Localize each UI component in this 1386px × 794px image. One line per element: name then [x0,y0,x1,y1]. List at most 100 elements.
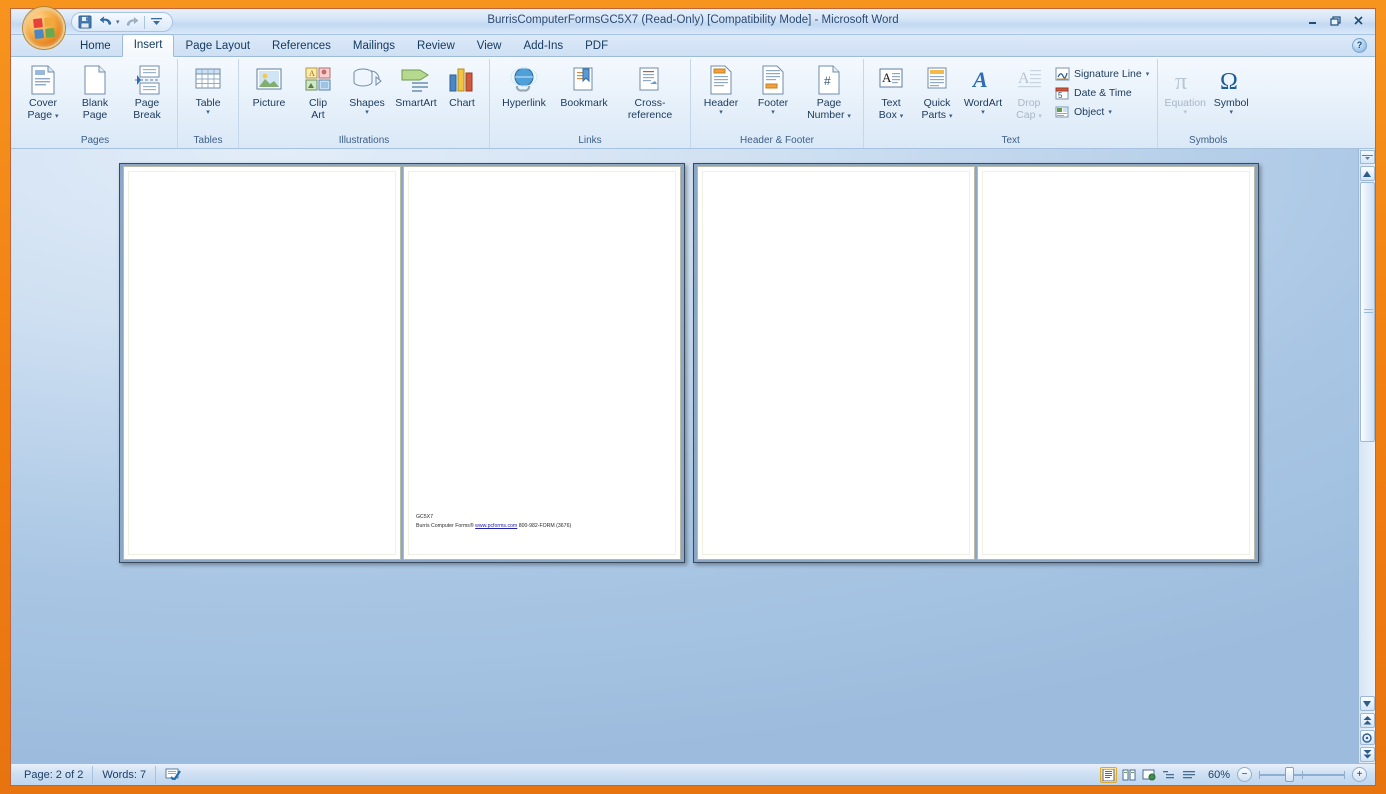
quick-parts-button[interactable]: Quick Parts ▾ [914,62,960,121]
svg-text:A: A [882,70,892,85]
zoom-level-label[interactable]: 60% [1200,769,1234,781]
header-icon [708,64,734,96]
signature-line-button[interactable]: Signature Line ▾ [1052,64,1153,83]
tab-references[interactable]: References [261,36,342,57]
view-outline-button[interactable] [1160,767,1177,783]
footer-icon [760,64,786,96]
restore-button[interactable] [1325,12,1346,29]
symbol-button[interactable]: Ω Symbol ▾ [1208,62,1254,116]
next-page-button[interactable] [1359,747,1375,762]
tab-add-ins[interactable]: Add-Ins [512,36,574,57]
text-box-button[interactable]: A Text Box ▾ [868,62,914,121]
group-label-text: Text [1001,135,1020,146]
chart-button[interactable]: Chart [439,62,485,110]
help-icon[interactable]: ? [1352,38,1367,53]
customize-quick-access-toolbar-button[interactable] [148,14,166,31]
table-label: Table [195,97,221,109]
document-canvas[interactable]: GC5X7 Burris Computer Forms® www.pcforms… [11,149,1375,763]
equation-label: Equation [1164,97,1206,109]
clip-art-button[interactable]: A Clip Art [295,62,341,121]
page-number-button[interactable]: # Page Number ▾ [799,62,859,121]
office-logo-icon [33,17,55,39]
ribbon-group-text: A Text Box ▾ Quick Parts ▾ A WordArt ▾ A… [864,59,1159,148]
tab-insert[interactable]: Insert [121,34,175,57]
ribbon-group-links: Hyperlink Bookmark Cross-reference Links [490,59,691,148]
minimize-button[interactable] [1302,12,1323,29]
zoom-slider[interactable] [1259,767,1345,782]
drop-cap-label-2: Cap ▾ [1016,108,1042,121]
svg-text:π: π [1175,69,1187,95]
header-button[interactable]: Header ▾ [695,62,747,116]
margin-guide [128,171,396,555]
redo-button[interactable] [123,14,141,31]
view-draft-button[interactable] [1180,767,1197,783]
save-button[interactable] [76,14,94,31]
status-page-indicator[interactable]: Page: 2 of 2 [15,765,94,784]
scroll-up-button[interactable] [1359,166,1375,181]
object-label: Object [1074,105,1105,118]
tab-mailings[interactable]: Mailings [342,36,406,57]
qat-separator [143,15,145,29]
shapes-button[interactable]: Shapes ▾ [341,62,393,116]
hyperlink-button[interactable]: Hyperlink [494,62,554,110]
zoom-in-button[interactable]: + [1352,767,1367,782]
select-browse-object-button[interactable] [1359,730,1375,745]
zoom-out-button[interactable]: − [1237,767,1252,782]
close-button[interactable] [1348,12,1369,29]
cover-page-button[interactable]: Cover Page ▾ [17,62,69,121]
status-word-count[interactable]: Words: 7 [93,765,157,784]
group-label-illustrations: Illustrations [338,135,390,146]
pcforms-link[interactable]: www.pcforms.com [475,523,517,529]
previous-page-button[interactable] [1359,713,1375,728]
document-page-1[interactable] [123,166,401,560]
split-window-handle[interactable] [1359,150,1375,164]
margin-guide [702,171,970,555]
page-spread-2 [693,163,1259,563]
picture-button[interactable]: Picture [243,62,295,110]
document-page-4[interactable] [977,166,1255,560]
tab-home[interactable]: Home [69,36,122,57]
status-proofing-icon[interactable] [156,766,192,784]
view-full-screen-reading-button[interactable] [1120,767,1137,783]
vertical-scrollbar[interactable] [1358,149,1375,763]
document-page-3[interactable] [697,166,975,560]
wordart-button[interactable]: A WordArt ▾ [960,62,1006,116]
office-button[interactable] [23,7,65,49]
object-caret: ▾ [1108,108,1112,116]
scroll-track[interactable] [1359,182,1375,695]
table-button[interactable]: Table ▾ [182,62,234,116]
document-page-2[interactable]: GC5X7 Burris Computer Forms® www.pcforms… [403,166,681,560]
scroll-down-button[interactable] [1359,696,1375,711]
blank-page-button[interactable]: Blank Page [69,62,121,121]
clip-art-icon: A [304,64,332,96]
scroll-thumb[interactable] [1359,182,1375,442]
zoom-slider-thumb[interactable] [1285,767,1294,782]
ribbon-group-illustrations: Picture A Clip Art Shapes ▾ SmartArt Cha… [239,59,490,148]
footer-button[interactable]: Footer ▾ [747,62,799,116]
ribbon-group-tables: Table ▾ Tables [178,59,239,148]
equation-caret: ▾ [1183,108,1187,116]
tab-pdf[interactable]: PDF [574,36,619,57]
smartart-button[interactable]: SmartArt [393,62,439,110]
page-break-button[interactable]: Page Break [121,62,173,121]
tab-review[interactable]: Review [406,36,466,57]
date-time-icon: 5 [1054,85,1070,100]
page-break-label-1: Page [134,97,160,109]
quick-parts-label-2: Parts ▾ [921,108,953,121]
undo-dropdown-arrow[interactable]: ▾ [116,18,120,26]
group-label-symbols: Symbols [1189,135,1228,146]
view-print-layout-button[interactable] [1100,766,1117,783]
view-web-layout-button[interactable] [1140,767,1157,783]
bookmark-button[interactable]: Bookmark [554,62,614,110]
object-button[interactable]: Object ▾ [1052,102,1153,121]
wordart-label: WordArt [963,97,1003,109]
company-line: Burris Computer Forms® www.pcforms.com 8… [416,522,571,531]
undo-button[interactable] [97,14,115,31]
page-2-footer-text: GC5X7 Burris Computer Forms® www.pcforms… [416,513,571,531]
zoom-tick-mid [1302,771,1303,779]
date-time-button[interactable]: 5 Date & Time [1052,83,1153,102]
tab-view[interactable]: View [466,36,513,57]
tab-page-layout[interactable]: Page Layout [174,36,261,57]
cross-reference-button[interactable]: Cross-reference [614,62,686,121]
svg-text:Ω: Ω [1220,69,1238,95]
